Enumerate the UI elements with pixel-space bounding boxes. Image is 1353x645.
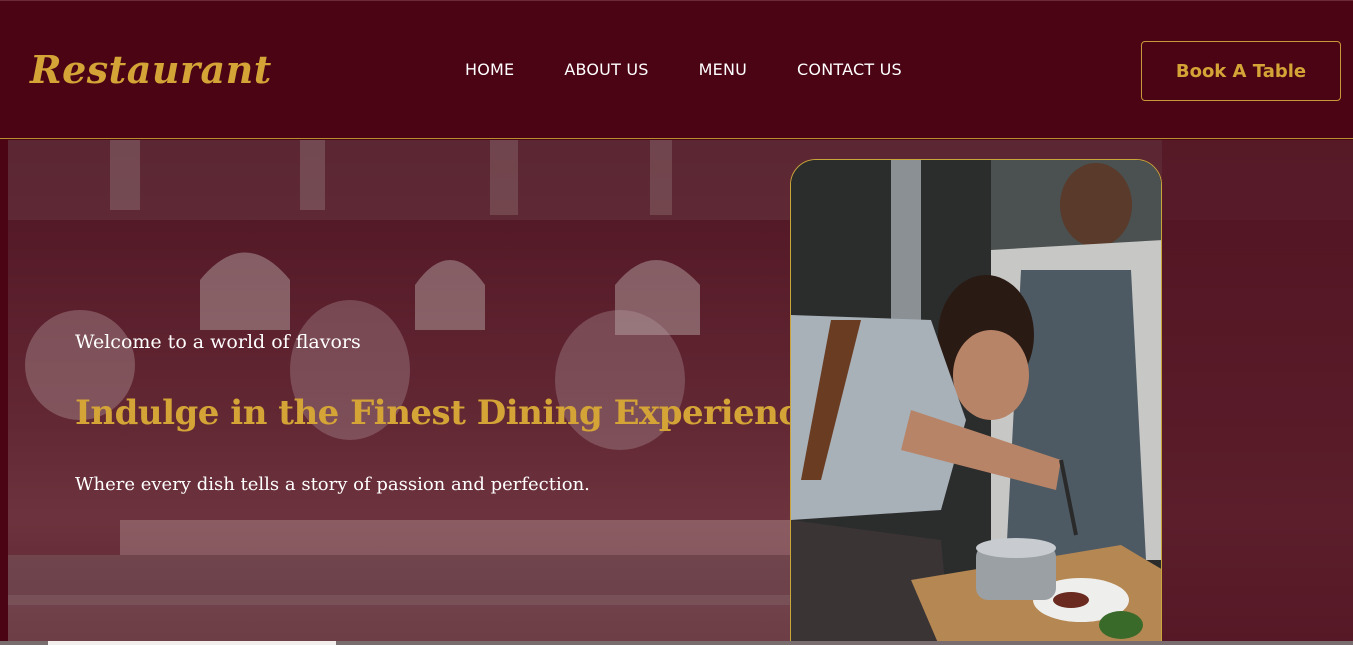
book-a-table-button[interactable]: Book A Table [1141, 41, 1341, 101]
site-header: Restaurant HOME ABOUT US MENU CONTACT US… [0, 0, 1353, 139]
hero-title: Indulge in the Finest Dining Experience [75, 393, 820, 433]
nav-link-about-us[interactable]: ABOUT US [564, 60, 648, 79]
scrollbar-thumb[interactable] [48, 641, 336, 645]
hero-section: Welcome to a world of flavors Indulge in… [0, 140, 1353, 645]
nav-link-home[interactable]: HOME [465, 60, 514, 79]
nav-link-menu[interactable]: MENU [699, 60, 747, 79]
logo[interactable]: Restaurant [30, 47, 272, 92]
nav-link-contact-us[interactable]: CONTACT US [797, 60, 902, 79]
hero-subtitle: Welcome to a world of flavors [75, 331, 361, 353]
main-nav: HOME ABOUT US MENU CONTACT US [465, 60, 952, 79]
chef-photo [790, 159, 1162, 645]
hero-left-edge [0, 140, 8, 645]
hero-description: Where every dish tells a story of passio… [75, 474, 590, 495]
hero-right-overlay [1162, 140, 1353, 645]
